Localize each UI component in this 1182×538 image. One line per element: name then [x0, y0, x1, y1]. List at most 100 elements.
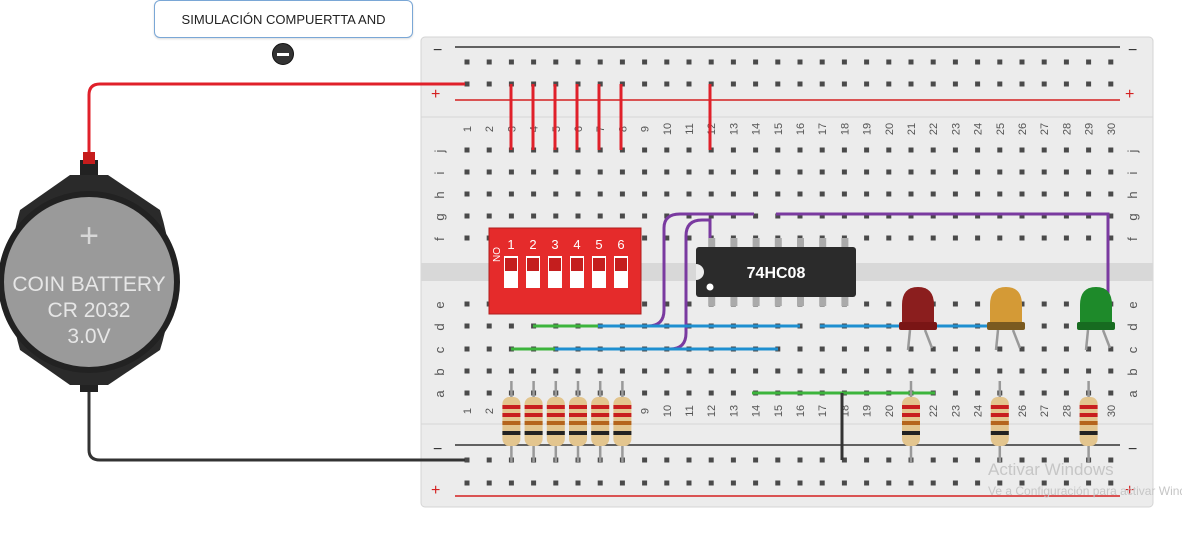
breadboard-hole[interactable]: [797, 368, 803, 374]
breadboard-hole[interactable]: [952, 169, 958, 175]
breadboard-hole[interactable]: [797, 346, 803, 352]
breadboard-hole[interactable]: [464, 480, 470, 486]
breadboard-hole[interactable]: [486, 147, 492, 153]
breadboard-hole[interactable]: [664, 59, 670, 65]
coin-battery[interactable]: + COIN BATTERY CR 2032 3.0V: [0, 152, 180, 392]
breadboard-hole[interactable]: [1086, 368, 1092, 374]
breadboard-hole[interactable]: [1063, 368, 1069, 374]
breadboard-hole[interactable]: [575, 169, 581, 175]
breadboard-hole[interactable]: [553, 213, 559, 219]
breadboard-hole[interactable]: [775, 191, 781, 197]
breadboard-hole[interactable]: [642, 147, 648, 153]
breadboard-hole[interactable]: [486, 480, 492, 486]
dip-switch[interactable]: ON 123456: [488, 227, 642, 315]
breadboard-hole[interactable]: [1063, 191, 1069, 197]
breadboard-hole[interactable]: [1086, 235, 1092, 241]
breadboard-hole[interactable]: [1086, 169, 1092, 175]
breadboard-hole[interactable]: [708, 191, 714, 197]
breadboard-hole[interactable]: [708, 390, 714, 396]
breadboard-hole[interactable]: [864, 191, 870, 197]
breadboard-hole[interactable]: [575, 213, 581, 219]
breadboard-hole[interactable]: [1041, 301, 1047, 307]
breadboard-hole[interactable]: [930, 169, 936, 175]
breadboard-hole[interactable]: [486, 368, 492, 374]
breadboard-hole[interactable]: [486, 390, 492, 396]
breadboard-hole[interactable]: [508, 213, 514, 219]
breadboard-hole[interactable]: [1041, 147, 1047, 153]
breadboard-hole[interactable]: [886, 235, 892, 241]
breadboard-hole[interactable]: [930, 235, 936, 241]
breadboard-hole[interactable]: [597, 59, 603, 65]
breadboard-hole[interactable]: [775, 81, 781, 87]
breadboard-hole[interactable]: [464, 169, 470, 175]
breadboard-hole[interactable]: [730, 191, 736, 197]
breadboard-hole[interactable]: [508, 368, 514, 374]
breadboard-hole[interactable]: [1108, 169, 1114, 175]
breadboard-hole[interactable]: [952, 147, 958, 153]
breadboard-hole[interactable]: [841, 480, 847, 486]
breadboard-hole[interactable]: [886, 368, 892, 374]
breadboard-hole[interactable]: [531, 191, 537, 197]
breadboard-hole[interactable]: [1019, 147, 1025, 153]
breadboard-hole[interactable]: [575, 59, 581, 65]
remove-note-icon[interactable]: [272, 43, 294, 65]
breadboard-hole[interactable]: [730, 368, 736, 374]
breadboard-hole[interactable]: [708, 480, 714, 486]
breadboard-hole[interactable]: [864, 169, 870, 175]
breadboard-hole[interactable]: [464, 147, 470, 153]
breadboard-hole[interactable]: [619, 480, 625, 486]
breadboard-hole[interactable]: [753, 368, 759, 374]
breadboard-hole[interactable]: [464, 59, 470, 65]
breadboard-hole[interactable]: [1063, 81, 1069, 87]
breadboard-hole[interactable]: [508, 323, 514, 329]
breadboard-hole[interactable]: [642, 235, 648, 241]
breadboard-hole[interactable]: [975, 480, 981, 486]
breadboard-hole[interactable]: [708, 59, 714, 65]
breadboard-hole[interactable]: [1063, 390, 1069, 396]
breadboard-hole[interactable]: [486, 59, 492, 65]
breadboard-hole[interactable]: [753, 480, 759, 486]
breadboard-hole[interactable]: [819, 59, 825, 65]
breadboard-hole[interactable]: [997, 191, 1003, 197]
breadboard-hole[interactable]: [553, 191, 559, 197]
breadboard-hole[interactable]: [975, 368, 981, 374]
breadboard-hole[interactable]: [841, 346, 847, 352]
breadboard-hole[interactable]: [1019, 191, 1025, 197]
breadboard-hole[interactable]: [664, 81, 670, 87]
breadboard-hole[interactable]: [952, 346, 958, 352]
breadboard-hole[interactable]: [975, 191, 981, 197]
breadboard-hole[interactable]: [1108, 81, 1114, 87]
breadboard-hole[interactable]: [642, 368, 648, 374]
breadboard-hole[interactable]: [997, 235, 1003, 241]
breadboard-hole[interactable]: [1063, 346, 1069, 352]
breadboard-hole[interactable]: [597, 213, 603, 219]
breadboard-hole[interactable]: [930, 191, 936, 197]
simulation-note[interactable]: SIMULACIÓN COMPUERTTA AND: [154, 0, 413, 38]
breadboard-hole[interactable]: [841, 147, 847, 153]
breadboard-hole[interactable]: [464, 301, 470, 307]
breadboard-hole[interactable]: [1041, 368, 1047, 374]
breadboard-hole[interactable]: [841, 169, 847, 175]
breadboard-hole[interactable]: [642, 191, 648, 197]
breadboard-hole[interactable]: [642, 457, 648, 463]
breadboard-hole[interactable]: [730, 169, 736, 175]
breadboard-hole[interactable]: [908, 147, 914, 153]
breadboard-hole[interactable]: [464, 368, 470, 374]
breadboard-hole[interactable]: [1086, 59, 1092, 65]
breadboard-hole[interactable]: [997, 147, 1003, 153]
breadboard-hole[interactable]: [975, 457, 981, 463]
breadboard-hole[interactable]: [886, 147, 892, 153]
breadboard-hole[interactable]: [642, 169, 648, 175]
breadboard-hole[interactable]: [1086, 191, 1092, 197]
breadboard-hole[interactable]: [486, 191, 492, 197]
breadboard-hole[interactable]: [575, 368, 581, 374]
breadboard-hole[interactable]: [619, 191, 625, 197]
breadboard-hole[interactable]: [797, 480, 803, 486]
breadboard-hole[interactable]: [1019, 81, 1025, 87]
breadboard-hole[interactable]: [1041, 169, 1047, 175]
breadboard-hole[interactable]: [775, 480, 781, 486]
breadboard-hole[interactable]: [730, 390, 736, 396]
breadboard-hole[interactable]: [975, 59, 981, 65]
breadboard-hole[interactable]: [908, 59, 914, 65]
breadboard-hole[interactable]: [819, 147, 825, 153]
